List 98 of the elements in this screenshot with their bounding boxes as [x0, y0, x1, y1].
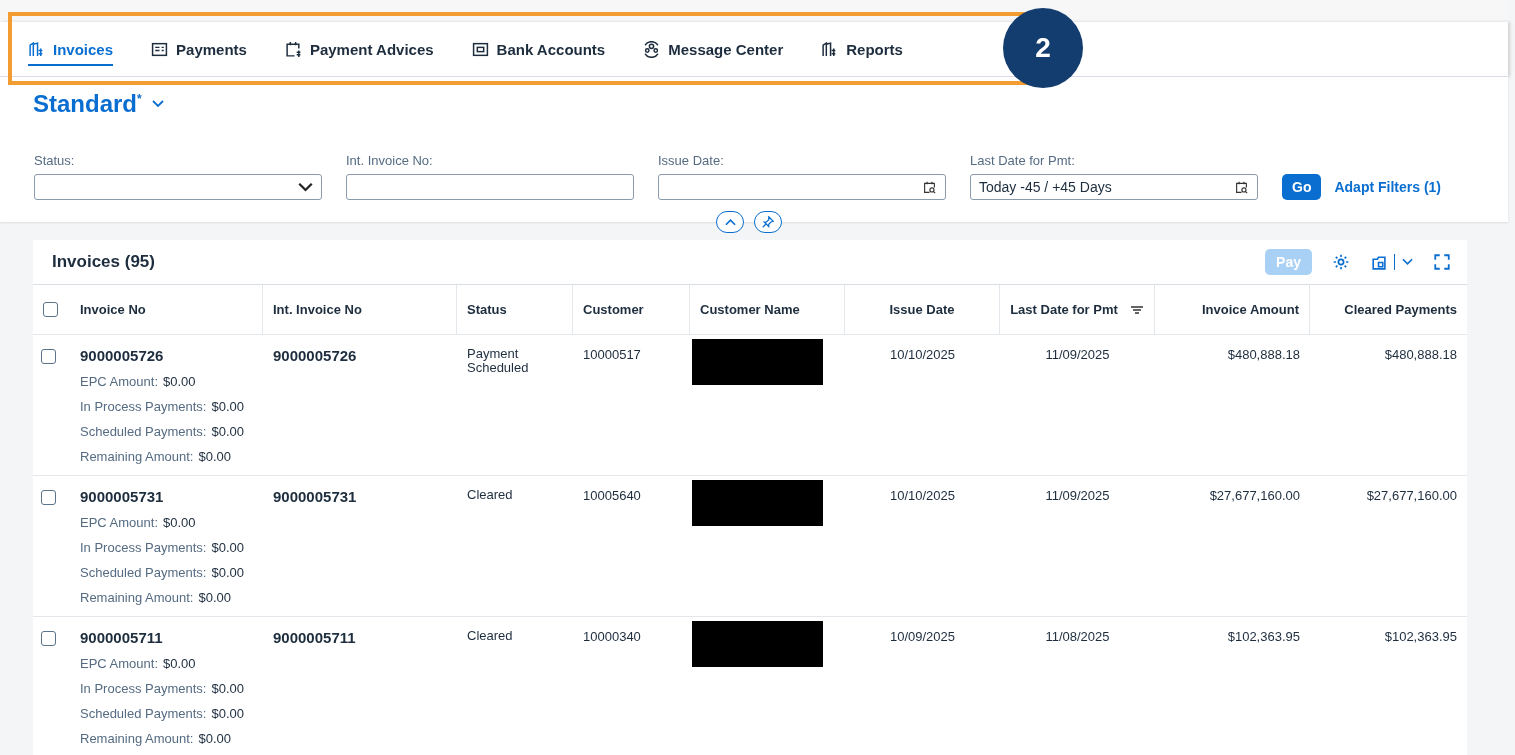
export-menu-button[interactable]: [1370, 253, 1413, 271]
detail-label: Scheduled Payments:: [80, 424, 207, 439]
people-circle-icon: [643, 40, 661, 58]
row-checkbox[interactable]: [41, 490, 56, 505]
table-cell: $102,363.95: [1227, 629, 1300, 644]
nav-tab[interactable]: Message Center: [643, 32, 784, 66]
table-cell: $480,888.18: [1227, 347, 1300, 362]
column-header[interactable]: Customer: [583, 302, 644, 317]
filter-label: Int. Invoice No:: [346, 153, 433, 168]
date-field[interactable]: [658, 174, 946, 200]
detail-label: In Process Payments:: [80, 681, 207, 696]
invoice-number[interactable]: 9000005731: [80, 488, 164, 505]
detail-label: In Process Payments:: [80, 399, 207, 414]
calendar-dollar-icon: [284, 40, 302, 58]
detail-label: EPC Amount:: [80, 374, 159, 389]
detail-label: Remaining Amount:: [80, 731, 194, 746]
table-cell: 10000340: [583, 629, 641, 644]
table-cell: $480,888.18: [1384, 347, 1457, 362]
detail-value: $0.00: [198, 449, 231, 464]
column-header[interactable]: Last Date for Pmt: [1010, 302, 1118, 317]
table-cell: $27,677,160.00: [1209, 488, 1300, 503]
detail-value: $0.00: [211, 706, 244, 721]
table-cell: 9000005726: [273, 347, 357, 364]
invoice-number[interactable]: 9000005711: [80, 629, 163, 646]
table-cell: 11/08/2025: [1045, 629, 1110, 644]
detail-value: $0.00: [211, 399, 244, 414]
calendar-icon: [922, 180, 937, 194]
detail-value: $0.00: [163, 374, 196, 389]
document-stack-icon: [28, 40, 45, 58]
nav-tab[interactable]: Invoices: [28, 32, 114, 66]
status-text: Payment Scheduled: [467, 347, 530, 376]
nav-tab[interactable]: Bank Accounts: [471, 32, 606, 66]
table-cell: 10000517: [583, 347, 641, 362]
detail-value: $0.00: [163, 515, 196, 530]
column-header[interactable]: Invoice Amount: [1201, 302, 1299, 317]
detail-value: $0.00: [211, 540, 244, 555]
invoice-number[interactable]: 9000005726: [80, 347, 164, 364]
calendar-icon: [1234, 180, 1249, 194]
table-cell: 9000005731: [273, 488, 357, 505]
go-button[interactable]: Go: [1282, 174, 1322, 200]
filter-label: Last Date for Pmt:: [970, 153, 1075, 168]
fullscreen-icon[interactable]: [1433, 253, 1451, 271]
filter-label: Issue Date:: [658, 153, 724, 168]
input-field[interactable]: [346, 174, 634, 200]
column-header[interactable]: Cleared Payments: [1344, 302, 1457, 317]
wallet-icon: [471, 40, 489, 58]
table-cell: 10/10/2025: [889, 488, 956, 503]
sort-icon[interactable]: [1129, 304, 1144, 315]
detail-value: $0.00: [211, 565, 244, 580]
nav-tab[interactable]: Payments: [151, 32, 247, 66]
detail-label: In Process Payments:: [80, 540, 207, 555]
table-cell: 10/09/2025: [889, 629, 956, 644]
detail-label: Scheduled Payments:: [80, 565, 207, 580]
column-header[interactable]: Customer Name: [700, 302, 800, 317]
select-all-checkbox[interactable]: [43, 302, 58, 317]
detail-label: EPC Amount:: [80, 656, 159, 671]
adapt-filters-link[interactable]: Adapt Filters (1): [1334, 179, 1442, 195]
pin-icon: [762, 216, 774, 228]
chevron-down-icon: [298, 180, 313, 194]
column-header[interactable]: Status: [467, 302, 507, 317]
chevron-down-icon[interactable]: [151, 100, 164, 108]
detail-value: $0.00: [211, 424, 244, 439]
table-cell: $27,677,160.00: [1366, 488, 1457, 503]
variant-title[interactable]: Standard$^{*}$: [33, 90, 142, 118]
detail-value: $0.00: [198, 590, 231, 605]
status-select[interactable]: [34, 174, 322, 200]
filter-label: Status:: [34, 153, 75, 168]
nav-tab[interactable]: Payment Advices: [284, 32, 434, 66]
collapse-header-button[interactable]: [716, 211, 744, 233]
detail-value: $0.00: [163, 656, 196, 671]
column-header[interactable]: Invoice No: [80, 302, 146, 317]
receipt-icon: [151, 40, 169, 58]
nav-tab[interactable]: Reports: [821, 32, 903, 66]
row-checkbox[interactable]: [41, 349, 56, 364]
detail-label: Remaining Amount:: [80, 449, 194, 464]
detail-value: $0.00: [198, 731, 231, 746]
status-text: Cleared: [467, 488, 514, 503]
column-header[interactable]: Issue Date: [889, 302, 955, 317]
detail-value: $0.00: [211, 681, 244, 696]
chevron-up-icon: [724, 218, 736, 226]
table-cell: 9000005711: [273, 629, 356, 646]
row-checkbox[interactable]: [41, 631, 56, 646]
pin-header-button[interactable]: [754, 211, 782, 233]
table-title: Invoices (95): [52, 252, 155, 272]
status-text: Cleared: [467, 629, 514, 644]
column-header[interactable]: Int. Invoice No: [273, 302, 362, 317]
table-cell: 11/09/2025: [1045, 347, 1110, 362]
detail-label: Scheduled Payments:: [80, 706, 207, 721]
table-cell: 10/10/2025: [889, 347, 956, 362]
table-cell: 11/09/2025: [1045, 488, 1110, 503]
chevron-down-icon: [1402, 258, 1413, 266]
settings-icon[interactable]: [1332, 253, 1350, 271]
detail-label: Remaining Amount:: [80, 590, 194, 605]
table-cell: $102,363.95: [1384, 629, 1457, 644]
date-field[interactable]: Today -45 / +45 Days: [970, 174, 1258, 200]
detail-label: EPC Amount:: [80, 515, 159, 530]
table-cell: 10005640: [583, 488, 641, 503]
export-icon: [1370, 253, 1387, 271]
